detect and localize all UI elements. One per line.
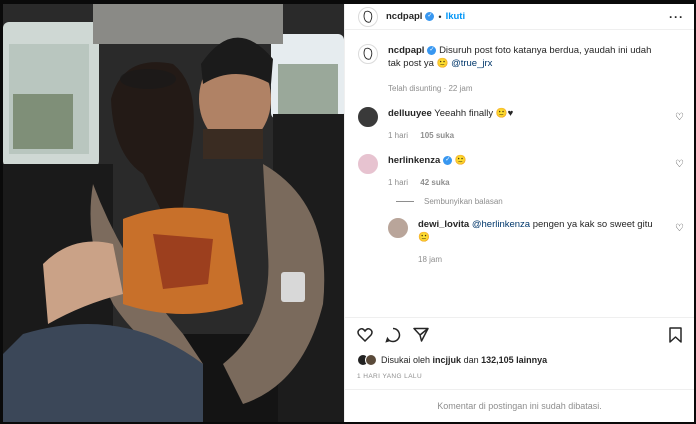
likes-text[interactable]: Disukai oleh incjjuk dan 132,105 lainnya <box>381 355 547 365</box>
reply-meta: 18 jam <box>418 253 664 266</box>
comment-time: 1 hari <box>388 178 409 187</box>
comment-meta: 1 hari 42 suka <box>388 176 467 189</box>
follow-button[interactable]: Ikuti <box>446 11 466 22</box>
post-photo-image <box>3 4 344 422</box>
verified-icon: ✓ <box>425 12 435 21</box>
caption-meta-text: Telah disunting · 22 jam <box>388 84 473 93</box>
comment-text-block: herlinkenza ✓ 🙂 1 hari 42 suka <box>388 154 487 189</box>
comment-username[interactable]: herlinkenza <box>388 155 440 166</box>
caption-row: ncdpapl ✓ Disuruh post foto katanya berdu… <box>358 44 684 95</box>
comment-time: 1 hari <box>388 131 409 140</box>
comment-icon[interactable] <box>385 327 401 345</box>
post-sidebar: ncdpapl ✓ • Ikuti ··· ncdpapl ✓ Disuruh p… <box>344 4 694 422</box>
likes-count[interactable]: 132,105 lainnya <box>481 355 547 365</box>
comment-row: herlinkenza ✓ 🙂 1 hari 42 suka ♡ <box>358 154 684 189</box>
heart-icon[interactable]: ♡ <box>675 112 684 123</box>
comment-avatar[interactable] <box>358 107 378 127</box>
hide-replies-button[interactable]: Sembunyikan balasan <box>396 197 684 206</box>
comment-text: Yeeahh finally 🙂♥ <box>434 108 514 119</box>
comment-likes[interactable]: 105 suka <box>420 131 454 140</box>
post-header: ncdpapl ✓ • Ikuti ··· <box>345 4 694 30</box>
comment-username[interactable]: delluuyee <box>388 108 432 119</box>
likes-prefix: Disukai oleh <box>381 355 431 365</box>
more-icon[interactable]: ··· <box>669 10 684 24</box>
action-bar <box>345 317 694 353</box>
caption-avatar-icon <box>363 47 373 60</box>
comments-closed-notice: Komentar di postingan ini sudah dibatasi… <box>345 389 694 422</box>
author-avatar[interactable] <box>358 6 378 27</box>
share-icon[interactable] <box>413 327 429 344</box>
post-photo[interactable] <box>3 4 344 422</box>
likes-user[interactable]: incjjuk <box>433 355 462 365</box>
comment-likes[interactable]: 42 suka <box>420 178 449 187</box>
save-icon[interactable] <box>669 326 682 345</box>
reply-row: dewi_lovita @herlinkenza pengen ya kak s… <box>388 218 684 266</box>
header-separator: • <box>438 11 442 22</box>
comment-row: delluuyee Yeeahh finally 🙂♥ 1 hari 105 s… <box>358 107 684 142</box>
reply-username[interactable]: dewi_lovita <box>418 219 469 230</box>
likes-middle: dan <box>463 355 479 365</box>
author-username[interactable]: ncdpapl <box>386 11 422 22</box>
reply-avatar[interactable] <box>388 218 408 238</box>
reply-mention[interactable]: @herlinkenza <box>472 219 530 230</box>
comments-list: ncdpapl ✓ Disuruh post foto katanya berdu… <box>345 30 694 317</box>
likes-row: Disukai oleh incjjuk dan 132,105 lainnya <box>345 353 694 367</box>
replies-line <box>396 201 414 202</box>
caption-mention[interactable]: @true_jrx <box>451 58 492 69</box>
caption-verified-icon: ✓ <box>427 45 437 55</box>
caption-meta: Telah disunting · 22 jam <box>388 82 664 95</box>
hide-replies-label: Sembunyikan balasan <box>424 197 503 206</box>
like-heart-icon[interactable] <box>357 327 373 344</box>
comment-verified-icon: ✓ <box>443 155 453 165</box>
caption-username[interactable]: ncdpapl <box>388 45 424 56</box>
reply-text-block: dewi_lovita @herlinkenza pengen ya kak s… <box>418 218 684 266</box>
liker-avatar <box>365 354 377 366</box>
caption-text-block: ncdpapl ✓ Disuruh post foto katanya berdu… <box>388 44 684 95</box>
comment-text-block: delluuyee Yeeahh finally 🙂♥ 1 hari 105 s… <box>388 107 533 142</box>
heart-icon[interactable]: ♡ <box>675 159 684 170</box>
comment-meta: 1 hari 105 suka <box>388 129 513 142</box>
post-date[interactable]: 1 HARI YANG LALU <box>345 367 694 389</box>
heart-icon[interactable]: ♡ <box>675 223 684 234</box>
author-avatar-icon <box>363 10 373 23</box>
caption-avatar[interactable] <box>358 44 378 64</box>
comment-avatar[interactable] <box>358 154 378 174</box>
post-modal: ncdpapl ✓ • Ikuti ··· ncdpapl ✓ Disuruh p… <box>3 4 694 422</box>
comment-text: 🙂 <box>454 155 467 166</box>
reply-time: 18 jam <box>418 255 443 264</box>
